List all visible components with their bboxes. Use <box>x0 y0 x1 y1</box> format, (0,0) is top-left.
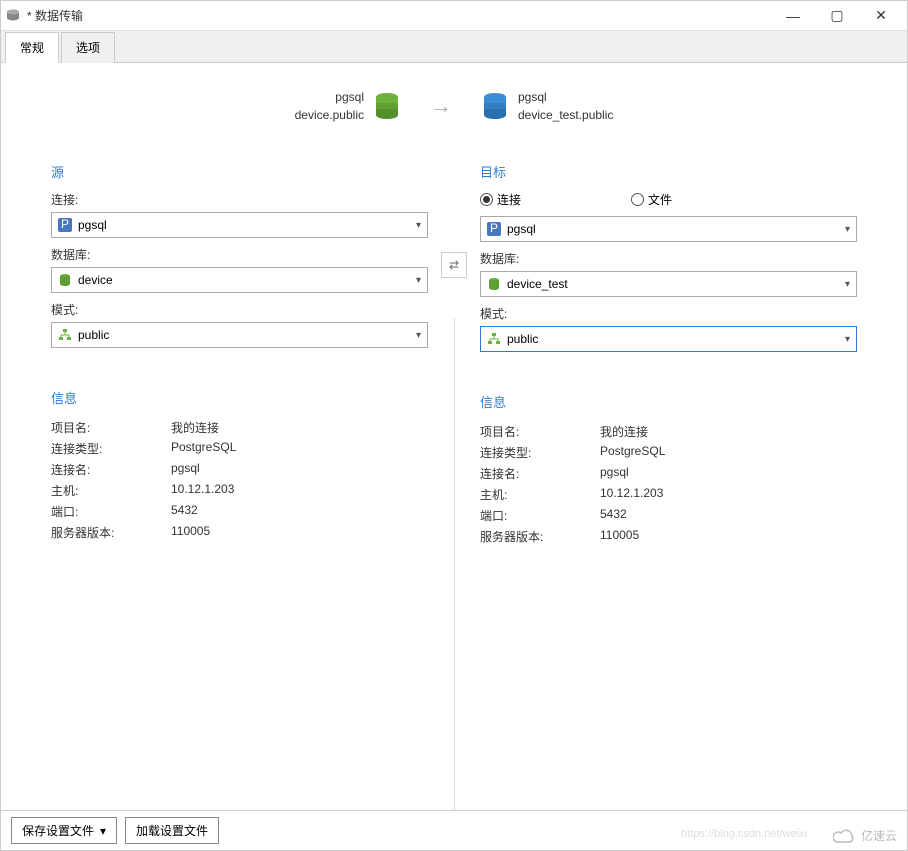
tab-general[interactable]: 常规 <box>5 32 59 63</box>
info-key: 主机: <box>51 482 171 499</box>
info-key: 连接类型: <box>480 444 600 461</box>
arrow-right-icon: → <box>430 93 452 119</box>
info-val: 我的连接 <box>171 419 219 436</box>
vertical-divider <box>454 318 455 810</box>
load-profile-button[interactable]: 加载设置文件 <box>125 817 219 844</box>
target-database-label: 数据库: <box>480 250 857 267</box>
schema-icon <box>58 328 72 342</box>
source-connection-select[interactable]: P pgsql ▾ <box>51 212 428 238</box>
info-val: pgsql <box>600 465 629 482</box>
info-key: 项目名: <box>480 423 600 440</box>
tab-bar: 常规 选项 <box>1 31 907 63</box>
cloud-icon <box>833 828 855 844</box>
summary-target-db: device_test.public <box>518 106 613 124</box>
swap-button[interactable]: ⇄ <box>441 252 467 278</box>
save-profile-label: 保存设置文件 <box>22 822 94 839</box>
minimize-button[interactable]: — <box>771 1 815 31</box>
source-connection-label: 连接: <box>51 191 428 208</box>
radio-icon <box>480 193 493 206</box>
target-connection-value: pgsql <box>507 222 536 236</box>
database-source-icon <box>374 92 400 120</box>
schema-icon <box>487 332 501 346</box>
info-val: 5432 <box>600 507 627 524</box>
info-key: 连接类型: <box>51 440 171 457</box>
target-title: 目标 <box>480 162 857 181</box>
chevron-down-icon: ▾ <box>845 279 850 290</box>
tab-options[interactable]: 选项 <box>61 32 115 63</box>
middle-separator: ⇄ <box>440 152 468 810</box>
save-profile-button[interactable]: 保存设置文件 ▾ <box>11 817 117 844</box>
info-key: 服务器版本: <box>480 528 600 545</box>
source-database-select[interactable]: device ▾ <box>51 267 428 293</box>
source-connection-value: pgsql <box>78 218 107 232</box>
info-val: 110005 <box>600 528 639 545</box>
chevron-down-icon: ▾ <box>416 275 421 286</box>
target-schema-value: public <box>507 332 538 346</box>
swap-icon: ⇄ <box>449 258 459 272</box>
watermark-text: 亿速云 <box>861 827 897 844</box>
summary-target-conn: pgsql <box>518 88 613 106</box>
info-val: 我的连接 <box>600 423 648 440</box>
postgres-icon: P <box>58 218 72 232</box>
radio-connection[interactable]: 连接 <box>480 191 521 208</box>
target-database-select[interactable]: device_test ▾ <box>480 271 857 297</box>
chevron-down-icon: ▾ <box>845 334 850 345</box>
source-info-title: 信息 <box>51 388 428 407</box>
svg-text:P: P <box>61 218 69 231</box>
database-icon <box>487 277 501 291</box>
info-val: 10.12.1.203 <box>600 486 663 503</box>
transfer-summary: pgsql device.public → pgsql device_test.… <box>1 63 907 152</box>
info-key: 服务器版本: <box>51 524 171 541</box>
dropdown-indicator-icon: ▾ <box>100 824 106 838</box>
info-key: 项目名: <box>51 419 171 436</box>
watermark: 亿速云 <box>833 827 897 844</box>
chevron-down-icon: ▾ <box>416 330 421 341</box>
info-key: 端口: <box>51 503 171 520</box>
chevron-down-icon: ▾ <box>845 224 850 235</box>
radio-connection-label: 连接 <box>497 191 521 208</box>
info-key: 端口: <box>480 507 600 524</box>
chevron-down-icon: ▾ <box>416 220 421 231</box>
title-bar: * 数据传输 — ▢ ✕ <box>1 1 907 31</box>
watermark-url: https://blog.csdn.net/weixi <box>681 828 807 840</box>
info-key: 连接名: <box>51 461 171 478</box>
maximize-button[interactable]: ▢ <box>815 1 859 31</box>
radio-file[interactable]: 文件 <box>631 191 672 208</box>
target-panel: 目标 连接 文件 P pgsql ▾ 数据库: device_test ▾ <box>468 152 857 810</box>
source-schema-value: public <box>78 328 109 342</box>
info-key: 连接名: <box>480 465 600 482</box>
info-val: 5432 <box>171 503 198 520</box>
database-icon <box>58 273 72 287</box>
target-schema-select[interactable]: public ▾ <box>480 326 857 352</box>
postgres-icon: P <box>487 222 501 236</box>
source-panel: 源 连接: P pgsql ▾ 数据库: device ▾ 模式: public… <box>51 152 440 810</box>
target-info-title: 信息 <box>480 392 857 411</box>
target-database-value: device_test <box>507 277 568 291</box>
svg-text:P: P <box>490 222 498 235</box>
info-key: 主机: <box>480 486 600 503</box>
source-database-label: 数据库: <box>51 246 428 263</box>
target-connection-select[interactable]: P pgsql ▾ <box>480 216 857 242</box>
info-val: 110005 <box>171 524 210 541</box>
summary-source-conn: pgsql <box>295 88 364 106</box>
info-val: PostgreSQL <box>600 444 665 461</box>
radio-file-label: 文件 <box>648 191 672 208</box>
app-icon <box>5 8 21 24</box>
info-val: PostgreSQL <box>171 440 236 457</box>
source-title: 源 <box>51 162 428 181</box>
radio-icon <box>631 193 644 206</box>
source-schema-select[interactable]: public ▾ <box>51 322 428 348</box>
summary-source-db: device.public <box>295 106 364 124</box>
close-button[interactable]: ✕ <box>859 1 903 31</box>
window-title: * 数据传输 <box>27 7 771 24</box>
info-val: pgsql <box>171 461 200 478</box>
source-schema-label: 模式: <box>51 301 428 318</box>
info-val: 10.12.1.203 <box>171 482 234 499</box>
load-profile-label: 加载设置文件 <box>136 822 208 839</box>
target-schema-label: 模式: <box>480 305 857 322</box>
database-target-icon <box>482 92 508 120</box>
source-database-value: device <box>78 273 113 287</box>
